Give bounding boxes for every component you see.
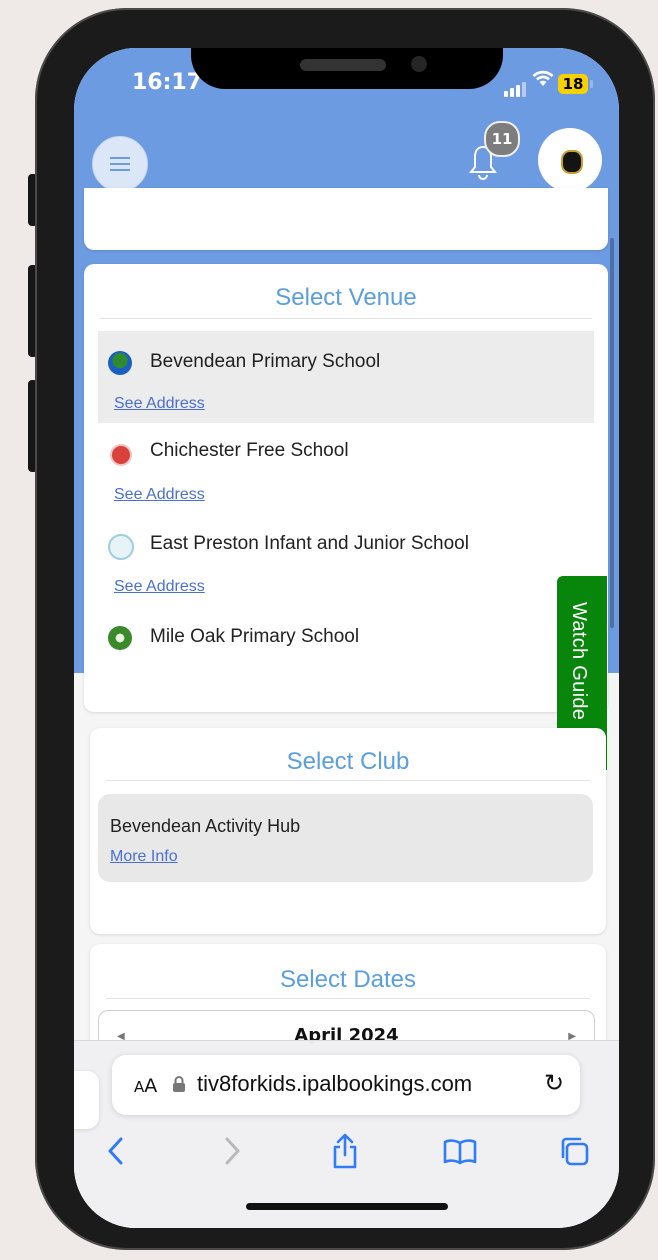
tabs-icon[interactable]	[556, 1133, 592, 1169]
wifi-icon	[531, 68, 555, 92]
lock-icon	[172, 1075, 186, 1093]
battery-indicator: 18	[558, 74, 588, 94]
forward-icon[interactable]	[214, 1133, 250, 1169]
camera	[411, 56, 427, 72]
venue-item-chichester[interactable]: Chichester Free School See Address	[98, 424, 594, 516]
text-size-button[interactable]: AA	[134, 1075, 157, 1097]
avatar[interactable]	[538, 128, 602, 192]
address-bar[interactable]: AA tiv8forkids.ipalbookings.com ↻	[112, 1055, 580, 1115]
notch	[191, 48, 503, 89]
club-logo-icon	[561, 150, 583, 174]
venue-item-mile-oak[interactable]: Mile Oak Primary School	[98, 608, 594, 668]
leaf-logo-icon	[108, 626, 132, 650]
text-size-large-label: A	[144, 1075, 158, 1097]
venue-name: Mile Oak Primary School	[150, 626, 360, 647]
venue-name: Chichester Free School	[150, 440, 349, 461]
hamburger-icon	[110, 157, 130, 159]
club-card-title: Select Club	[286, 748, 410, 775]
home-indicator[interactable]	[246, 1203, 448, 1210]
speaker	[300, 59, 386, 71]
venue-card-title: Select Venue	[275, 284, 417, 311]
previous-tab-preview[interactable]	[74, 1071, 99, 1129]
dates-card-title: Select Dates	[279, 966, 417, 993]
watch-guide-label: Watch Guide	[568, 602, 590, 721]
divider	[106, 998, 590, 999]
venue-name: East Preston Infant and Junior School	[150, 533, 469, 554]
back-icon[interactable]	[98, 1133, 134, 1169]
previous-card	[84, 188, 608, 250]
see-address-link[interactable]: See Address	[114, 395, 205, 413]
share-icon[interactable]	[327, 1133, 363, 1169]
tree-logo-icon	[108, 351, 132, 375]
divider	[106, 780, 590, 781]
school-logo-icon	[110, 444, 132, 466]
divider	[100, 318, 592, 319]
menu-button[interactable]	[92, 136, 148, 192]
see-address-link[interactable]: See Address	[114, 578, 205, 596]
bookmarks-icon[interactable]	[442, 1133, 478, 1169]
venue-item-east-preston[interactable]: East Preston Infant and Junior School Se…	[98, 516, 594, 608]
hamburger-icon-bar	[110, 163, 130, 165]
cell-signal-icon	[504, 78, 528, 97]
status-time: 16:17	[132, 70, 203, 95]
club-name: Bevendean Activity Hub	[110, 816, 301, 836]
more-info-link[interactable]: More Info	[110, 848, 178, 866]
text-size-small-label: A	[134, 1078, 145, 1096]
hamburger-icon-bar	[110, 169, 130, 171]
venue-name: Bevendean Primary School	[150, 351, 381, 372]
notification-badge: 11	[484, 121, 520, 157]
tree-circle-logo-icon	[108, 534, 134, 560]
battery-tip	[590, 80, 593, 88]
reload-icon[interactable]: ↻	[544, 1069, 564, 1097]
phone-screen: 16:17 18 11 Select Venue Bevendean Prima…	[74, 48, 619, 1228]
url-text: tiv8forkids.ipalbookings.com	[197, 1071, 473, 1096]
club-item-bevendean-activity-hub[interactable]: Bevendean Activity Hub More Info	[98, 794, 593, 882]
browser-toolbar: AA tiv8forkids.ipalbookings.com ↻	[74, 1040, 619, 1228]
scrollbar[interactable]	[610, 238, 614, 628]
venue-item-bevendean[interactable]: Bevendean Primary School See Address	[98, 331, 594, 423]
see-address-link[interactable]: See Address	[114, 486, 205, 504]
